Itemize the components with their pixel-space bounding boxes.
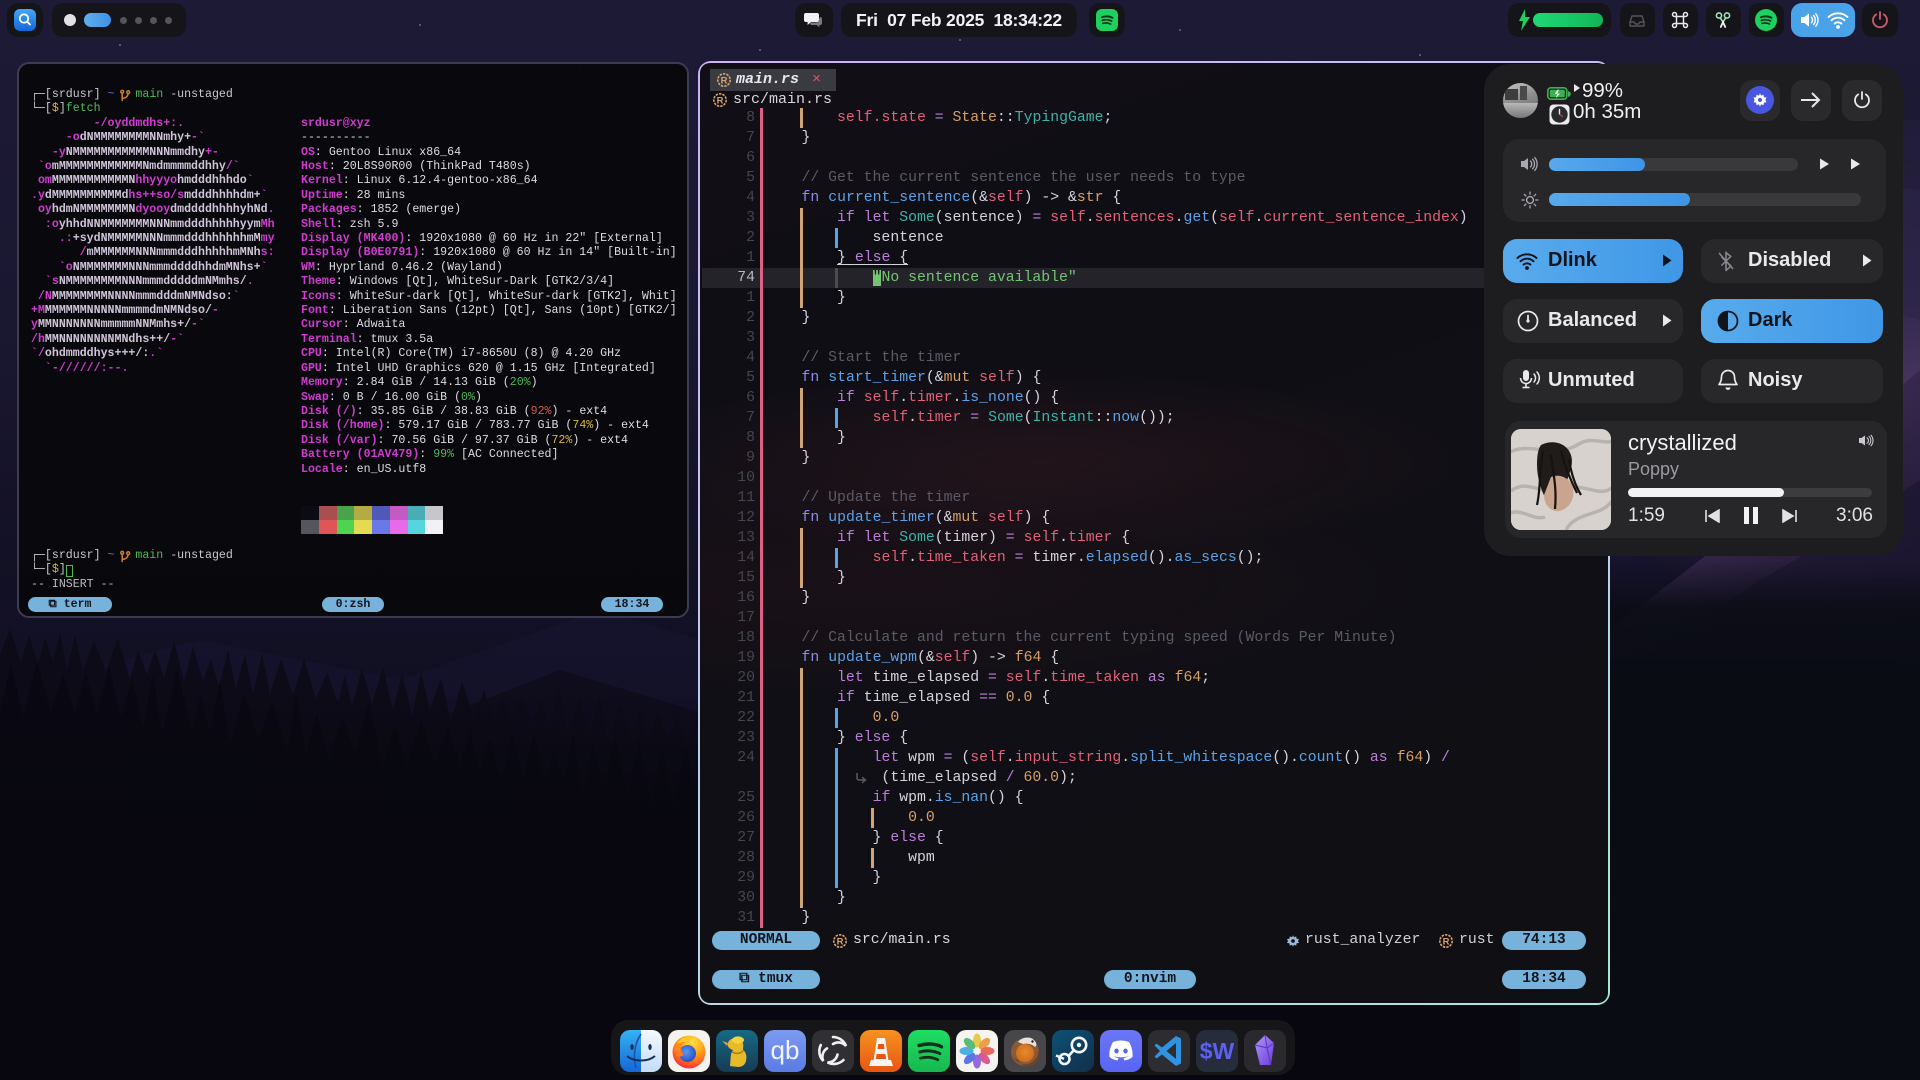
svg-text:R: R <box>1443 937 1450 948</box>
svg-text:R: R <box>837 937 844 948</box>
svg-text:R: R <box>717 96 724 107</box>
svg-text:R: R <box>721 76 728 87</box>
